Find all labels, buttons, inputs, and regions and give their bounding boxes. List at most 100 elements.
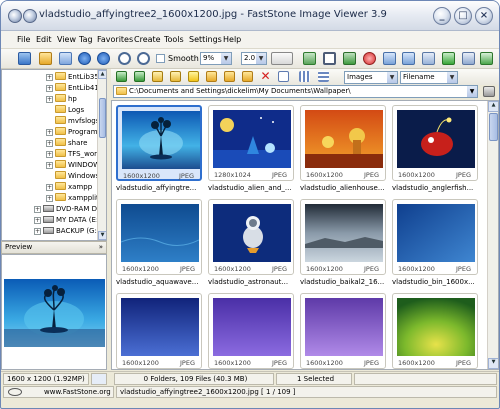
expand-icon[interactable]: +: [46, 96, 53, 103]
thumbnail-frame[interactable]: 1600x1200 JPEG: [392, 105, 478, 181]
menu-file[interactable]: File: [17, 35, 30, 44]
previous-icon[interactable]: [78, 52, 91, 65]
tree-item[interactable]: mvfslogs: [55, 116, 99, 127]
grid-view-icon[interactable]: [299, 71, 310, 82]
close-button[interactable]: ×: [475, 7, 493, 25]
filter-combo[interactable]: Images ▼: [344, 71, 398, 84]
tree-item[interactable]: + WINDOW: [46, 160, 100, 171]
save-icon[interactable]: [59, 52, 72, 65]
tree-item[interactable]: + Program: [46, 127, 98, 138]
scroll-up-icon[interactable]: ▲: [488, 101, 498, 112]
thumbnail-item[interactable]: 1600x1200 JPEG vladstudio_bin_1600x...: [392, 199, 479, 288]
crop-icon[interactable]: [323, 52, 336, 65]
thumbnail-frame[interactable]: 1600x1200 JPEG: [208, 199, 294, 275]
scroll-thumb[interactable]: [489, 113, 498, 141]
smooth-checkbox[interactable]: [156, 54, 165, 63]
folder-tree[interactable]: + EntLib35 + EntLib41 + hp Logs mvfslogs + P…: [1, 69, 107, 241]
tree-item[interactable]: + TFS_wor: [46, 149, 97, 160]
ratio-combo[interactable]: 2.0 ▼: [241, 52, 267, 65]
thumbnail-item[interactable]: 1600x1200 JPEG vladstudio_affyingtre...: [116, 105, 203, 194]
expand-icon[interactable]: +: [34, 228, 41, 235]
thumbnail-grid[interactable]: ▲ ▼ 1600x1200 JPEG vladstudio_affyingtre..…: [111, 100, 499, 370]
thumbnail-item[interactable]: 1600x1200 JPEG vladstudio_astronaut...: [208, 199, 295, 288]
menu-tools[interactable]: Tools: [164, 35, 184, 44]
thumbnail-frame[interactable]: 1600x1200 JPEG: [116, 105, 202, 181]
scroll-down-icon[interactable]: ▼: [98, 231, 106, 240]
move-to-icon[interactable]: [242, 71, 253, 82]
chevron-down-icon[interactable]: ▼: [221, 53, 231, 64]
tree-item[interactable]: + EntLib35: [46, 72, 99, 83]
expand-icon[interactable]: +: [46, 85, 53, 92]
maximize-button[interactable]: □: [454, 7, 472, 25]
undo-icon[interactable]: [383, 52, 396, 65]
thumbnail-frame[interactable]: 1600x1200 JPEG: [116, 293, 202, 369]
tree-item[interactable]: + BACKUP (G:): [34, 226, 100, 237]
thumbnail-item[interactable]: 1600x1200 JPEG: [208, 293, 295, 369]
tree-item[interactable]: + EntLib41: [46, 83, 99, 94]
back-icon[interactable]: [116, 71, 127, 82]
brush-icon[interactable]: [483, 86, 495, 97]
menu-tag[interactable]: Tag: [79, 35, 93, 44]
thumbnail-view-icon[interactable]: [278, 71, 289, 82]
minimize-button[interactable]: _: [433, 7, 451, 25]
thumbnail-item[interactable]: 1600x1200 JPEG: [300, 293, 387, 369]
menu-view[interactable]: View: [57, 35, 76, 44]
tag-icon[interactable]: [170, 71, 181, 82]
chevron-down-icon[interactable]: ▼: [447, 72, 457, 83]
thumbnail-frame[interactable]: 1600x1200 JPEG: [300, 199, 386, 275]
browse-icon[interactable]: [18, 52, 31, 65]
expand-icon[interactable]: +: [34, 217, 41, 224]
forward-icon[interactable]: [134, 71, 145, 82]
thumbnail-frame[interactable]: 1600x1200 JPEG: [300, 105, 386, 181]
red-eye-icon[interactable]: [363, 52, 376, 65]
website-link[interactable]: www.FastStone.org: [3, 386, 114, 398]
menu-settings[interactable]: Settings: [189, 35, 222, 44]
thumbnail-item[interactable]: 1600x1200 JPEG vladstudio_alienhouse...: [300, 105, 387, 194]
tree-item[interactable]: + xampplit: [46, 193, 99, 204]
scroll-up-icon[interactable]: ▲: [98, 70, 106, 79]
tree-item[interactable]: + share: [46, 138, 87, 149]
open-folder-icon[interactable]: [39, 52, 52, 65]
zoom-combo[interactable]: 9% ▼: [200, 52, 232, 65]
app-icon-secondary[interactable]: [23, 9, 37, 23]
chevron-down-icon[interactable]: ▼: [256, 53, 266, 64]
zoom-in-icon[interactable]: [118, 52, 131, 65]
title-bar[interactable]: vladstudio_affyingtree2_1600x1200.jpg - …: [1, 1, 499, 31]
thumbnail-frame[interactable]: 1600x1200 JPEG: [392, 199, 478, 275]
thumbnail-frame[interactable]: 1280x1024 JPEG: [208, 105, 294, 181]
menu-help[interactable]: Help: [223, 35, 241, 44]
preview-header[interactable]: Preview »: [1, 241, 107, 254]
thumbnail-item[interactable]: 1600x1200 JPEG vladstudio_aquawave...: [116, 199, 203, 288]
new-folder-icon[interactable]: [206, 71, 217, 82]
delete-icon[interactable]: ✕: [260, 70, 271, 82]
thumbnail-frame[interactable]: 1600x1200 JPEG: [116, 199, 202, 275]
thumbnail-frame[interactable]: 1600x1200 JPEG: [300, 293, 386, 369]
list-view-icon[interactable]: [318, 71, 329, 82]
chevron-down-icon[interactable]: ▼: [467, 86, 477, 97]
expand-icon[interactable]: +: [46, 151, 53, 158]
app-icon[interactable]: [8, 9, 22, 23]
star-icon[interactable]: [188, 71, 199, 82]
tree-item[interactable]: + xampp: [46, 182, 92, 193]
thumbnail-item[interactable]: 1600x1200 JPEG: [392, 293, 479, 369]
thumbnail-item[interactable]: 1600x1200 JPEG vladstudio_baikal2_16...: [300, 199, 387, 288]
path-input[interactable]: C:\Documents and Settings\dickelim\My Do…: [113, 85, 478, 98]
slideshow-icon[interactable]: [442, 52, 455, 65]
tree-item[interactable]: Logs: [55, 105, 84, 116]
thumbnail-scrollbar[interactable]: ▲ ▼: [487, 101, 498, 369]
tree-item[interactable]: + DVD-RAM Dri: [34, 204, 102, 215]
tree-scrollbar[interactable]: ▲ ▼: [97, 70, 106, 240]
expand-icon[interactable]: +: [46, 195, 53, 202]
layout-icon[interactable]: [462, 52, 475, 65]
thumbnail-item[interactable]: 1280x1024 JPEG vladstudio_alien_and_...: [208, 105, 295, 194]
scroll-thumb[interactable]: [99, 98, 106, 138]
thumbnail-item[interactable]: 1600x1200 JPEG: [116, 293, 203, 369]
tree-item[interactable]: Windows: [55, 171, 99, 182]
thumbnail-frame[interactable]: 1600x1200 JPEG: [208, 293, 294, 369]
rotate-icon[interactable]: [303, 52, 316, 65]
tree-item[interactable]: + MY DATA (E:: [34, 215, 98, 226]
fullscreen-icon[interactable]: [422, 52, 435, 65]
edit-icon[interactable]: [152, 71, 163, 82]
menu-favorites[interactable]: Favorites: [97, 35, 133, 44]
hand-tool-icon[interactable]: [271, 52, 293, 65]
